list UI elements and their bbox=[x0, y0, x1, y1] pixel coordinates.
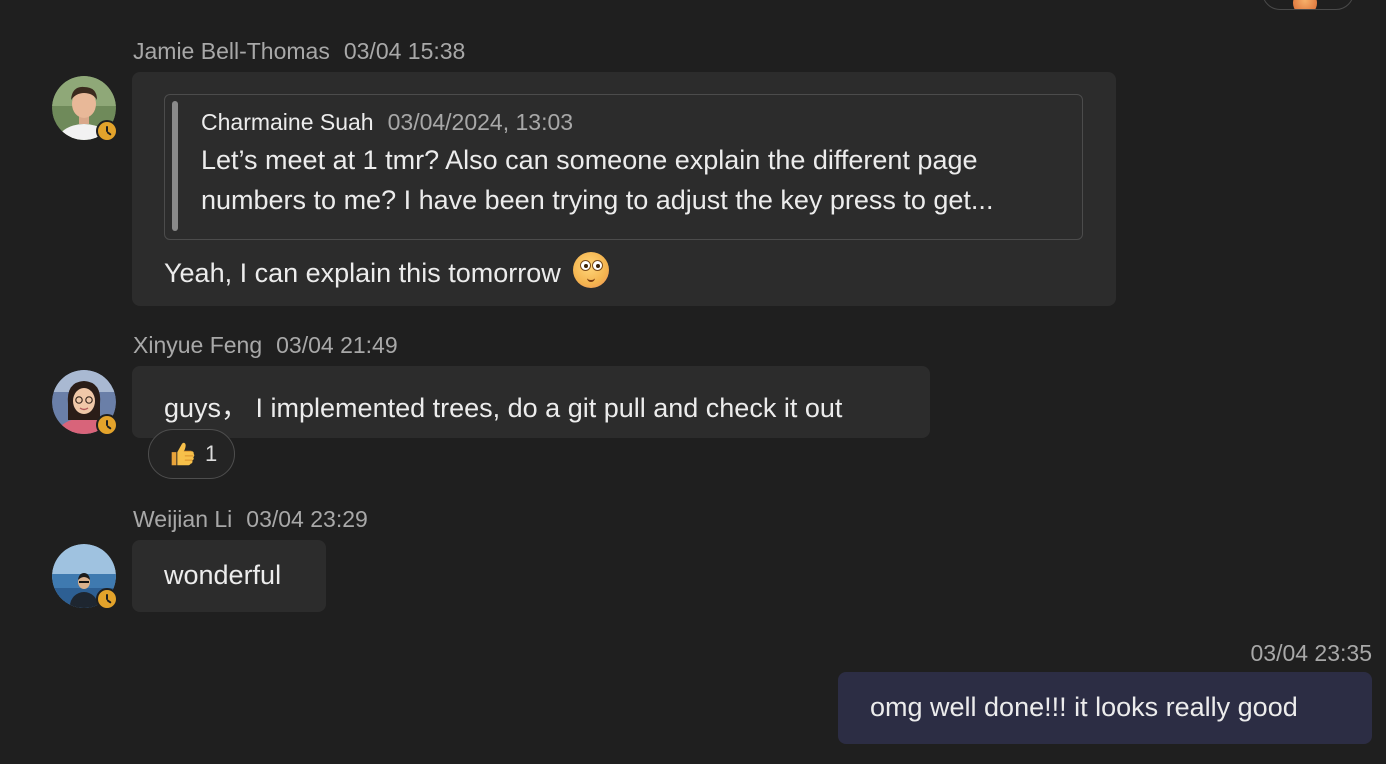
thumbs-up-icon bbox=[171, 442, 195, 466]
message-bubble[interactable]: guys， I implemented trees, do a git pull… bbox=[132, 366, 930, 438]
own-message-bubble[interactable]: omg well done!!! it looks really good bbox=[838, 672, 1372, 744]
reaction-emoji-icon bbox=[1293, 0, 1317, 9]
message-header: Xinyue Feng 03/04 21:49 bbox=[133, 332, 398, 359]
reaction-count: 1 bbox=[205, 441, 218, 466]
message-text: Yeah, I can explain this tomorrow bbox=[164, 258, 561, 288]
presence-away-icon bbox=[96, 588, 118, 610]
message-timestamp: 03/04 23:29 bbox=[246, 506, 368, 532]
quote-bar bbox=[172, 101, 178, 231]
avatar[interactable] bbox=[52, 76, 118, 142]
quote-timestamp: 03/04/2024, 13:03 bbox=[387, 109, 574, 135]
message-bubble[interactable]: Charmaine Suah 03/04/2024, 13:03 Let’s me… bbox=[132, 72, 1116, 306]
message-timestamp: 03/04 21:49 bbox=[276, 332, 398, 358]
message-text: guys， I implemented trees, do a git pull… bbox=[164, 393, 843, 423]
chat-thread: Jamie Bell-Thomas 03/04 15:38 Charmaine S… bbox=[0, 0, 1386, 764]
message-text: wonderful bbox=[164, 560, 282, 590]
quote-text-line: Let’s meet at 1 tmr? Also can someone ex… bbox=[201, 145, 978, 175]
message-timestamp: 03/04 15:38 bbox=[343, 38, 466, 64]
quote-author: Charmaine Suah bbox=[201, 109, 374, 135]
presence-away-icon bbox=[96, 414, 118, 436]
quote-text-line: numbers to me? I have been trying to adj… bbox=[201, 185, 994, 215]
avatar[interactable] bbox=[52, 544, 118, 610]
message-bubble[interactable]: wonderful bbox=[132, 540, 326, 612]
previous-reaction-pill[interactable] bbox=[1262, 0, 1354, 10]
sender-name[interactable]: Jamie Bell-Thomas bbox=[133, 38, 330, 64]
reaction-pill[interactable]: 1 bbox=[148, 429, 235, 479]
quoted-message[interactable]: Charmaine Suah 03/04/2024, 13:03 Let’s me… bbox=[164, 94, 1083, 240]
message-text: omg well done!!! it looks really good bbox=[870, 692, 1298, 722]
sender-name[interactable]: Xinyue Feng bbox=[133, 332, 262, 358]
quote-header: Charmaine Suah 03/04/2024, 13:03 bbox=[201, 109, 573, 136]
message-header: Jamie Bell-Thomas 03/04 15:38 bbox=[133, 38, 465, 65]
message-text-row: Yeah, I can explain this tomorrow bbox=[164, 252, 609, 289]
avatar[interactable] bbox=[52, 370, 118, 436]
message-header: Weijian Li 03/04 23:29 bbox=[133, 506, 368, 533]
own-message-timestamp: 03/04 23:35 bbox=[1250, 640, 1372, 666]
presence-away-icon bbox=[96, 120, 118, 142]
eyes-wide-smile-emoji-icon bbox=[572, 252, 609, 288]
sender-name[interactable]: Weijian Li bbox=[133, 506, 232, 532]
